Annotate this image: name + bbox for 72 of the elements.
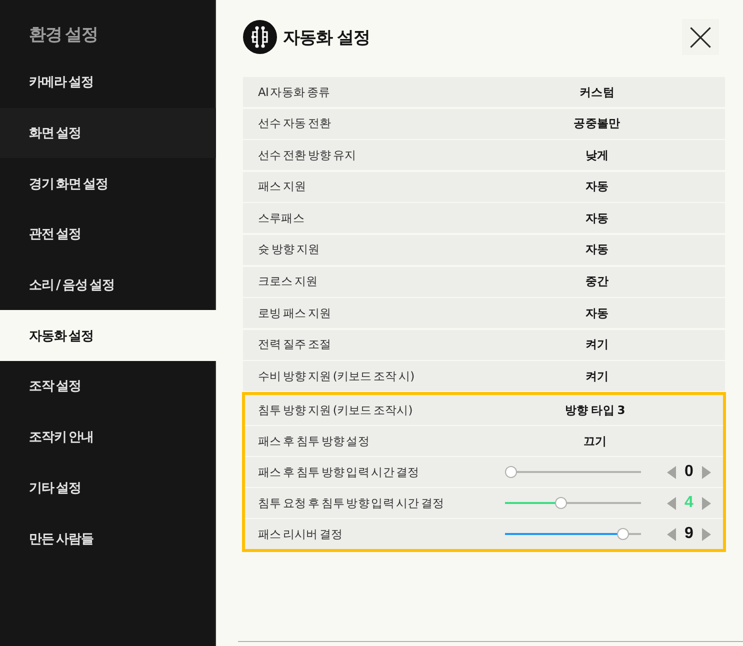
setting-label: 패스 후 침투 방향 입력 시간 결정 <box>257 464 420 480</box>
slider-thumb[interactable] <box>505 466 517 478</box>
setting-value: 자동 <box>585 179 609 194</box>
left-triangle-icon[interactable] <box>667 466 676 479</box>
setting-label: 전력 질주 조절 <box>257 337 332 352</box>
sidebar-item[interactable]: 화면 설정 <box>0 108 216 158</box>
slider-track[interactable] <box>505 497 641 510</box>
slider-value: 4 <box>684 494 694 512</box>
sidebar-item[interactable]: 관전 설정 <box>0 209 216 260</box>
setting-label: 슛 방향 지원 <box>257 242 321 258</box>
sidebar-item[interactable]: 경기 화면 설정 <box>0 158 216 210</box>
setting-row[interactable]: 선수 전환 방향 유지 낮게 <box>243 140 725 170</box>
setting-value: 방향 타입 3 <box>565 402 625 418</box>
setting-row[interactable]: AI 자동화 종류 커스텀 <box>243 77 725 107</box>
setting-row[interactable]: 패스 지원 자동 <box>243 172 725 202</box>
close-button[interactable] <box>682 19 719 55</box>
setting-value: 커스텀 <box>579 84 615 100</box>
setting-value: 켜기 <box>585 337 609 352</box>
setting-row[interactable]: 수비 방향 지원 (키보드 조작 시) 켜기 <box>243 361 725 392</box>
setting-value: 중간 <box>585 274 609 290</box>
setting-row[interactable]: 패스 리시버 결정 9 <box>245 519 723 549</box>
close-icon <box>690 26 711 48</box>
setting-row[interactable]: 로빙 패스 지원 자동 <box>243 298 725 328</box>
slider-track[interactable] <box>505 466 641 478</box>
sidebar-item[interactable]: 기타 설정 <box>0 462 216 514</box>
circuit-icon <box>243 20 277 54</box>
setting-row[interactable]: 선수 자동 전환 공중볼만 <box>243 108 725 139</box>
setting-label: 크로스 지원 <box>257 274 319 290</box>
right-triangle-icon[interactable] <box>702 496 711 510</box>
setting-row[interactable]: 전력 질주 조절 켜기 <box>243 330 725 360</box>
setting-label: 패스 리시버 결정 <box>257 526 344 542</box>
setting-label: 스루패스 <box>257 210 306 226</box>
setting-row[interactable]: 패스 후 침투 방향 설정 끄기 <box>245 426 723 456</box>
slider-thumb[interactable] <box>616 528 629 540</box>
setting-value: 낮게 <box>585 148 609 163</box>
sidebar-item[interactable]: 소리 / 음성 설정 <box>0 260 216 310</box>
setting-row[interactable]: 스루패스 자동 <box>243 203 725 234</box>
setting-value: 끄기 <box>583 434 607 449</box>
left-triangle-icon[interactable] <box>667 496 676 510</box>
sidebar-item[interactable]: 조작 설정 <box>0 361 216 412</box>
setting-row[interactable]: 패스 후 침투 방향 입력 시간 결정 0 <box>245 457 723 487</box>
setting-row[interactable]: 침투 방향 지원 (키보드 조작시) 방향 타입 3 <box>245 395 723 425</box>
setting-label: 패스 후 침투 방향 설정 <box>257 434 370 449</box>
slider-value: 0 <box>684 463 694 482</box>
setting-row[interactable]: 슛 방향 지원 자동 <box>243 234 725 265</box>
panel-title: 자동화 설정 <box>283 26 370 48</box>
right-triangle-icon[interactable] <box>702 466 711 479</box>
setting-label: 선수 자동 전환 <box>257 116 332 132</box>
sidebar-item[interactable]: 조작키 안내 <box>0 412 216 462</box>
right-triangle-icon[interactable] <box>702 528 711 541</box>
setting-label: 선수 전환 방향 유지 <box>257 148 358 163</box>
setting-label: 침투 요청 후 침투 방향 입력 시간 결정 <box>257 496 446 511</box>
setting-label: 로빙 패스 지원 <box>257 306 332 321</box>
sidebar-item[interactable]: 만든 사람들 <box>0 513 216 564</box>
sidebar-item[interactable]: 카메라 설정 <box>0 57 216 108</box>
setting-value: 자동 <box>585 242 609 258</box>
setting-value: 켜기 <box>585 368 609 384</box>
slider-thumb[interactable] <box>554 497 567 510</box>
slider-track[interactable] <box>505 528 641 540</box>
sidebar-item[interactable]: 자동화 설정 <box>0 310 216 362</box>
slider-value: 9 <box>684 525 694 544</box>
setting-label: 패스 지원 <box>257 179 308 194</box>
setting-value: 공중볼만 <box>574 116 620 132</box>
setting-value: 자동 <box>585 306 609 321</box>
setting-row[interactable]: 침투 요청 후 침투 방향 입력 시간 결정 4 <box>245 488 723 518</box>
setting-value: 자동 <box>585 210 609 226</box>
setting-label: 수비 방향 지원 (키보드 조작 시) <box>257 368 416 384</box>
sidebar-title: 환경 설정 <box>28 24 99 47</box>
left-triangle-icon[interactable] <box>667 528 676 541</box>
setting-label: 침투 방향 지원 (키보드 조작시) <box>257 402 414 418</box>
setting-label: AI 자동화 종류 <box>257 84 331 100</box>
setting-row[interactable]: 크로스 지원 중간 <box>243 266 725 297</box>
